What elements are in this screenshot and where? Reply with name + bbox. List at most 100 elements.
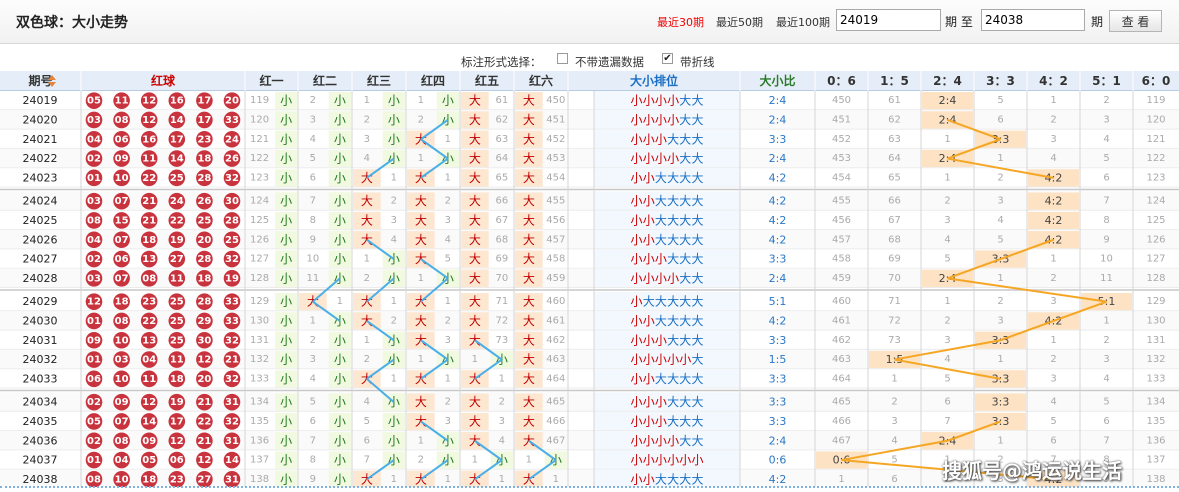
small-mark: 小: [334, 194, 346, 208]
issue-number: 24022: [23, 152, 58, 165]
red-ball-number: 30: [225, 196, 239, 207]
omission-value: 61: [495, 95, 508, 106]
header-4: 红三: [367, 73, 391, 88]
ratio-value: 3:3: [769, 396, 787, 409]
range-100-link[interactable]: 最近100期: [776, 14, 830, 30]
seq-char: 大: [667, 372, 679, 386]
red-ball-number: 32: [225, 416, 239, 427]
red-ball-number: 10: [115, 374, 129, 385]
seq-char: 大: [691, 395, 703, 409]
seq-char: 小: [643, 314, 655, 328]
dist-omission: 1: [1103, 315, 1109, 326]
red-ball-number: 18: [170, 374, 184, 385]
big-mark: 大: [523, 314, 535, 328]
small-mark: 小: [334, 94, 346, 108]
dist-omission: 134: [1146, 397, 1165, 408]
seq-char: 大: [667, 194, 679, 208]
seq-char: 小: [655, 252, 667, 266]
ratio-value: 4:2: [769, 314, 787, 327]
omission-value: 4: [445, 234, 451, 245]
dist-omission: 1: [944, 172, 950, 183]
red-ball-number: 32: [225, 374, 239, 385]
dist-omission: 119: [1146, 95, 1165, 106]
query-button[interactable]: 查 看: [1109, 10, 1162, 32]
header-3: 红二: [313, 73, 337, 88]
red-ball-number: 26: [225, 154, 239, 165]
trend-table: 期号 红球 红一 红二 红三 红四 红五 红六 大小排位 大小比 0：6 1：5 2：4 3：3 4：2 5：…: [0, 71, 1179, 487]
omission-value: 1: [418, 153, 424, 164]
dist-omission: 65: [888, 172, 901, 183]
start-issue-input[interactable]: [836, 9, 941, 31]
seq-char: 小: [643, 434, 655, 448]
dist-omission: 10: [1100, 254, 1113, 265]
omission-value: 63: [495, 134, 508, 145]
seq-char: 小: [630, 414, 642, 428]
red-ball-number: 21: [142, 215, 156, 226]
red-ball-number: 21: [197, 436, 211, 447]
big-mark: 大: [469, 171, 481, 185]
header-11: 1：5: [880, 74, 909, 88]
small-mark: 小: [334, 472, 346, 486]
ratio-value: 2:4: [769, 113, 787, 126]
big-mark: 大: [469, 271, 481, 285]
dist-omission: 456: [832, 215, 851, 226]
red-ball-number: 11: [142, 374, 156, 385]
seq-char: 大: [691, 252, 703, 266]
omission-value: 71: [495, 296, 508, 307]
omission-value: 5: [364, 416, 370, 427]
red-ball-number: 03: [115, 355, 129, 366]
seq-char: 大: [655, 372, 667, 386]
seq-char: 大: [679, 434, 691, 448]
omission-value: 1: [472, 354, 478, 365]
dist-omission: 450: [832, 95, 851, 106]
seq-char: 小: [655, 132, 667, 146]
seq-char: 大: [691, 372, 703, 386]
omission-value: 6: [310, 172, 316, 183]
omission-value: 458: [546, 254, 565, 265]
seq-char: 大: [691, 194, 703, 208]
red-ball-number: 17: [170, 416, 184, 427]
issue-number: 24037: [23, 454, 58, 467]
seq-char: 小: [630, 333, 642, 347]
omission-value: 2: [445, 315, 451, 326]
dist-omission: 1: [1050, 335, 1056, 346]
small-mark: 小: [280, 113, 292, 127]
seq-char: 大: [679, 213, 691, 227]
seq-char: 大: [691, 414, 703, 428]
red-ball-number: 08: [142, 273, 156, 284]
red-ball-number: 09: [142, 436, 156, 447]
seq-char: 大: [679, 295, 691, 309]
seq-char: 大: [679, 314, 691, 328]
dist-omission: 3: [891, 416, 897, 427]
seq-char: 小: [630, 194, 642, 208]
dist-omission: 1: [1050, 95, 1056, 106]
omission-value: 451: [546, 114, 565, 125]
omission-value: 3: [499, 416, 505, 427]
issue-number: 24024: [23, 195, 58, 208]
ratio-value: 3:3: [769, 253, 787, 266]
omission-value: 1: [499, 373, 505, 384]
range-30-link[interactable]: 最近30期: [657, 14, 704, 30]
issue-number: 24021: [23, 133, 58, 146]
ratio-value: 4:2: [769, 473, 787, 486]
red-ball-number: 04: [87, 235, 101, 246]
omission-value: 121: [250, 134, 269, 145]
dist-omission: 120: [1146, 114, 1165, 125]
omission-value: 5: [310, 397, 316, 408]
range-50-link[interactable]: 最近50期: [716, 14, 763, 30]
no-omission-checkbox[interactable]: [557, 53, 568, 64]
dist-omission: 5: [1050, 416, 1056, 427]
red-ball-number: 11: [115, 96, 129, 107]
seq-char: 大: [691, 171, 703, 185]
seq-char: 大: [643, 295, 655, 309]
issue-number: 24019: [23, 94, 58, 107]
red-ball-number: 01: [87, 455, 101, 466]
omission-value: 4: [391, 234, 397, 245]
big-mark: 大: [469, 314, 481, 328]
end-issue-input[interactable]: [981, 9, 1085, 31]
big-mark: 大: [523, 395, 535, 409]
small-mark: 小: [280, 132, 292, 146]
line-checkbox[interactable]: ✔: [662, 53, 673, 64]
dist-omission: 2: [1050, 273, 1056, 284]
dist-omission: 2: [1050, 354, 1056, 365]
